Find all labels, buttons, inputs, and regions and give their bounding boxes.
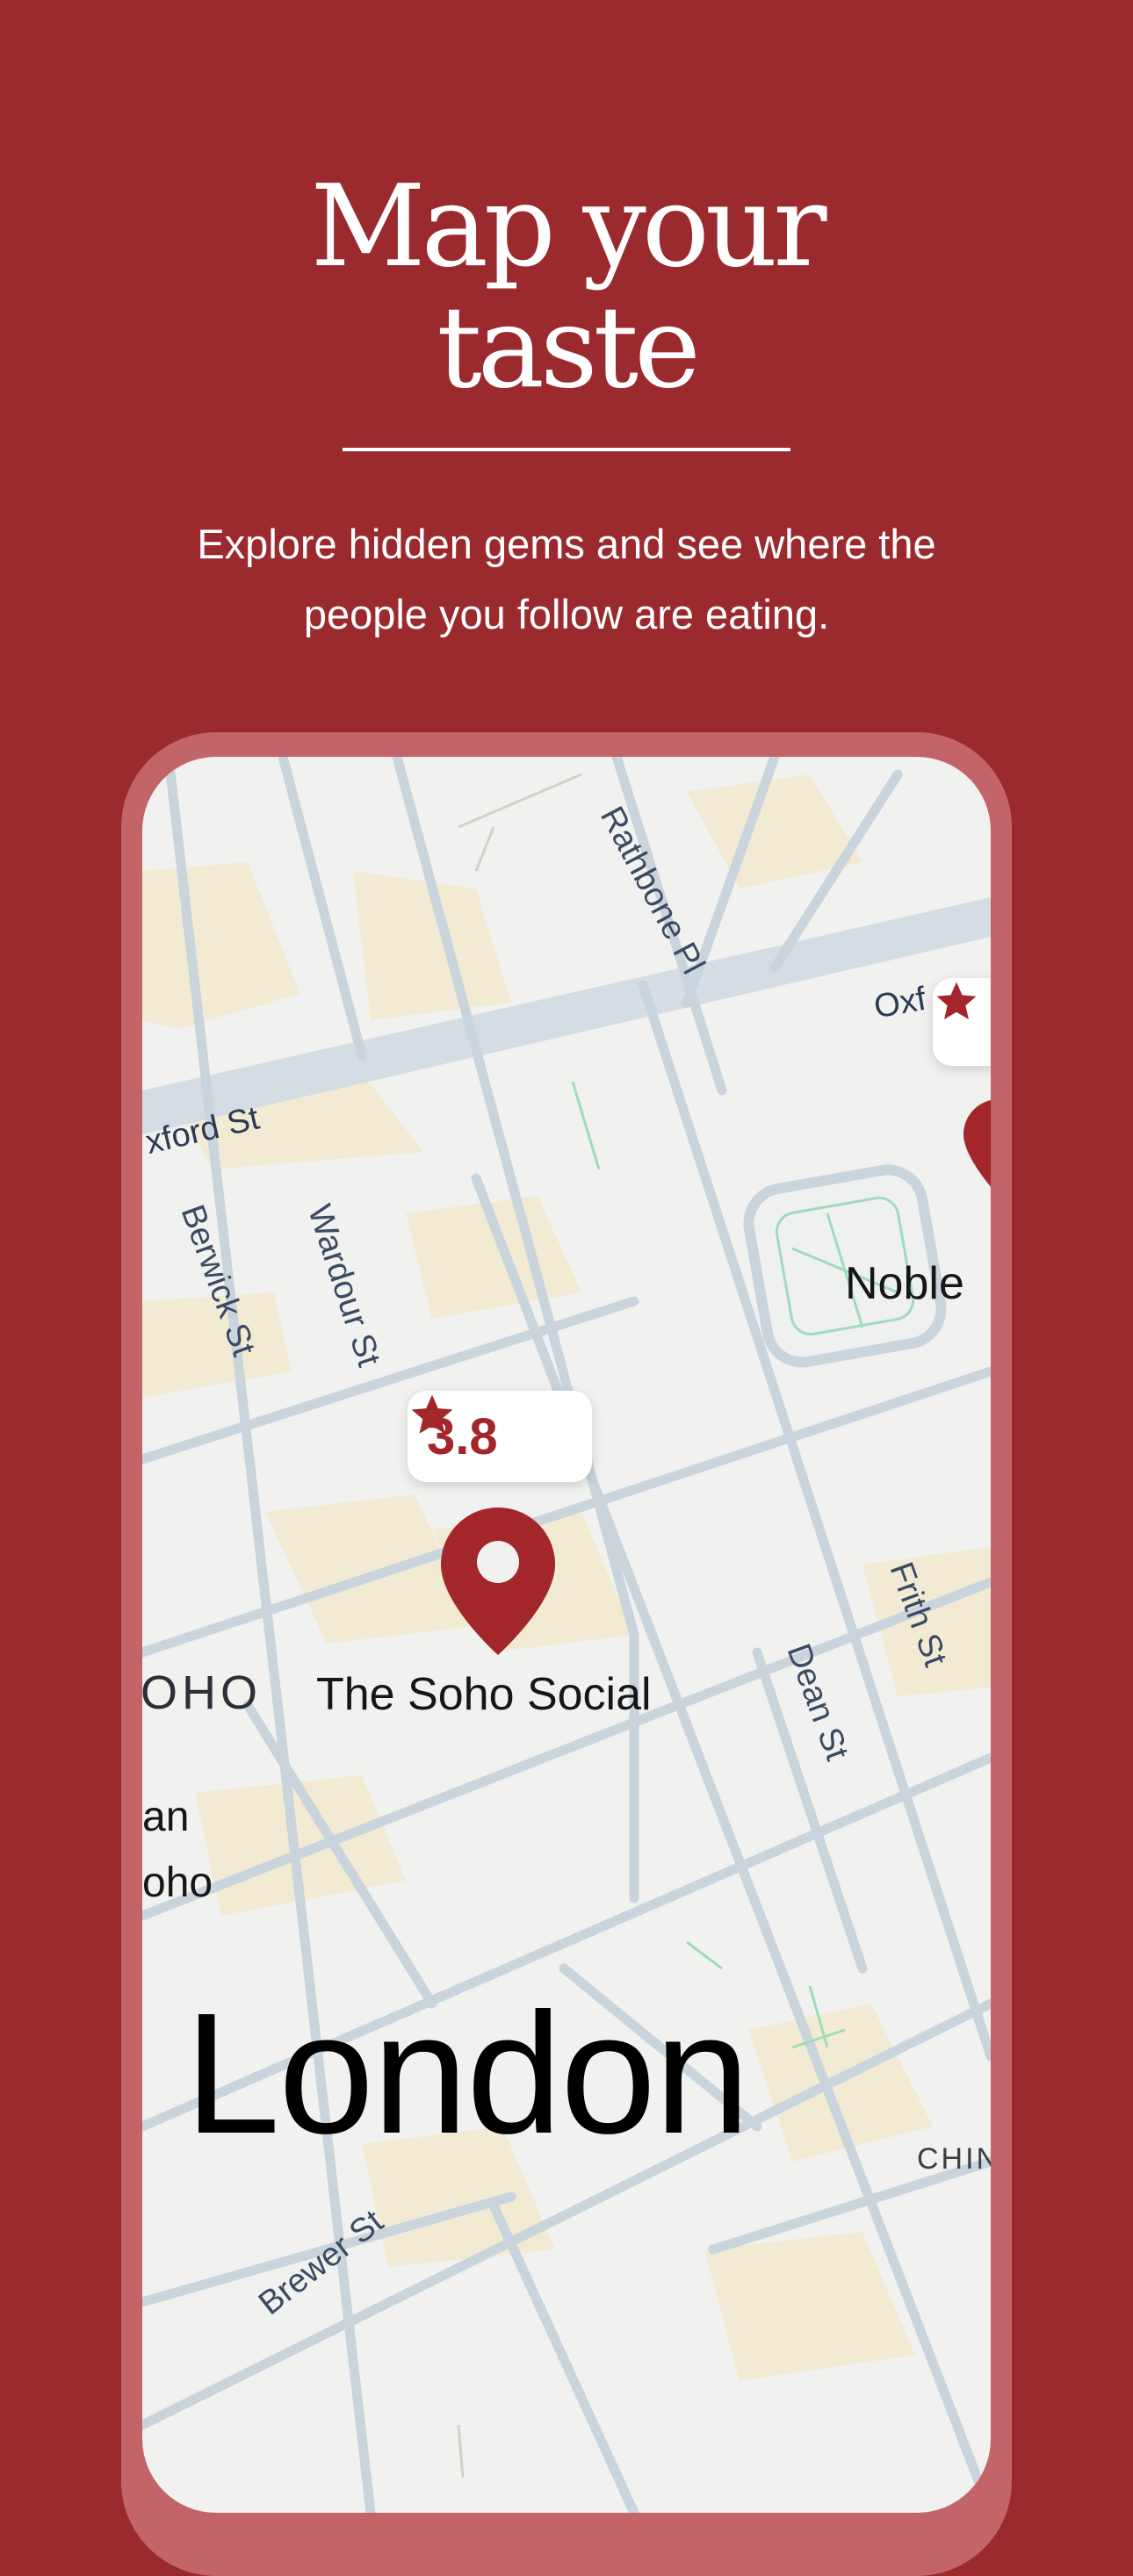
- map-pin-icon[interactable]: [441, 1507, 555, 1655]
- map-pin-icon[interactable]: [963, 1099, 991, 1196]
- district-label-soho: OHO: [142, 1666, 263, 1719]
- subtitle: Explore hidden gems and see where the pe…: [197, 521, 936, 637]
- headline-line-1: Map your: [310, 162, 827, 292]
- city-label: London: [184, 1977, 750, 2169]
- district-label-chinatown: CHIN: [917, 2142, 991, 2176]
- rating-badge-offscreen[interactable]: [933, 978, 991, 1066]
- map-view[interactable]: Rathbone Pl xford St Oxf Berwick St Ward…: [142, 757, 991, 2513]
- rating-badge[interactable]: 3.8: [408, 1391, 592, 1482]
- map-base: [142, 757, 991, 2513]
- star-icon: [936, 982, 977, 1020]
- restaurant-name[interactable]: The Soho Social: [316, 1668, 652, 1721]
- headline: Map your taste: [0, 167, 1133, 409]
- place-label-noble: Noble: [845, 1258, 964, 1309]
- place-label-fragment-an: an: [142, 1794, 190, 1840]
- star-icon: [411, 1394, 453, 1434]
- place-label-fragment-oho: oho: [142, 1860, 213, 1906]
- headline-divider: [343, 448, 790, 451]
- headline-line-2: taste: [437, 283, 701, 414]
